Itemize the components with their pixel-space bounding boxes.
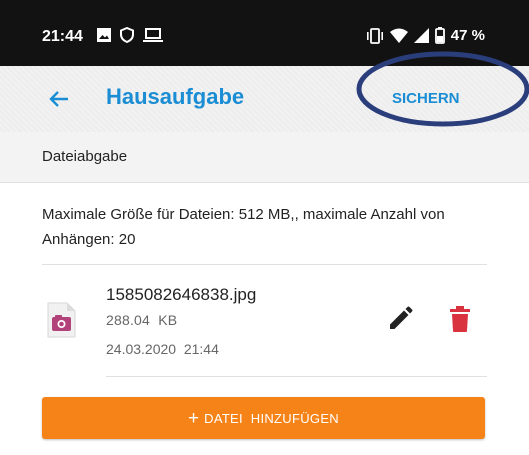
image-file-icon <box>47 302 76 338</box>
arrow-left-icon[interactable] <box>46 86 72 112</box>
wifi-icon <box>389 28 408 43</box>
divider <box>42 264 487 265</box>
status-time: 21:44 <box>42 28 83 45</box>
trash-icon[interactable] <box>450 306 470 332</box>
section-header: Dateiabgabe <box>0 132 529 183</box>
add-file-label: DATEI HINZUFÜGEN <box>204 410 339 426</box>
divider <box>106 376 487 377</box>
add-file-button[interactable]: + DATEI HINZUFÜGEN <box>42 397 485 439</box>
app-bar: Hausaufgabe SICHERN <box>0 66 529 132</box>
battery-percent: 47 % <box>450 27 485 44</box>
plus-icon: + <box>188 407 200 429</box>
laptop-icon <box>143 28 163 42</box>
page-title: Hausaufgabe <box>106 84 245 109</box>
section-title: Dateiabgabe <box>42 148 128 165</box>
file-size: 288.04 KB <box>106 312 178 328</box>
battery-icon <box>434 27 445 44</box>
signal-icon <box>413 28 429 43</box>
upload-limits-info: Maximale Größe für Dateien: 512 MB,, max… <box>42 206 445 248</box>
image-icon <box>97 28 111 42</box>
status-left-icons <box>97 27 163 43</box>
file-name: 1585082646838.jpg <box>106 285 257 304</box>
status-bar: 21:44 47 % <box>0 0 529 66</box>
pencil-icon[interactable] <box>387 306 413 332</box>
save-button[interactable]: SICHERN <box>392 90 460 107</box>
shield-icon <box>120 27 134 43</box>
vibrate-icon <box>366 27 383 44</box>
file-date: 24.03.2020 21:44 <box>106 341 219 357</box>
status-right: 47 % <box>366 27 485 44</box>
